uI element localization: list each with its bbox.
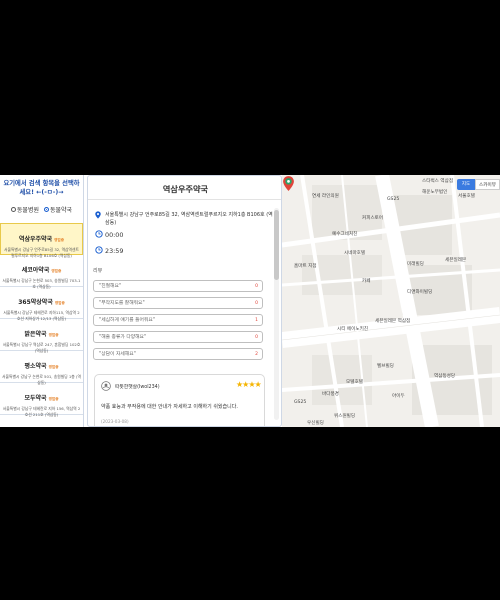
- map-label: 스타벅스 역삼점: [422, 179, 454, 184]
- pharmacy-detail-panel: 역삼우주약국 서울특별시 강남구 언주로85길 32, 역삼역센트럴푸르지오 지…: [87, 175, 282, 427]
- detail-address: 서울특별시 강남구 언주로85길 32, 역삼역센트럴푸르지오 지하1층 B10…: [105, 212, 273, 226]
- map-label: 세븐일레븐 역삼점: [375, 319, 411, 324]
- map-label: 홈마트 지점: [294, 264, 317, 269]
- pharmacy-name: 모두약국: [24, 395, 47, 402]
- map-label: 바다풍경: [322, 392, 339, 397]
- open-status-badge: 영업중: [48, 397, 59, 401]
- skyview-toggle[interactable]: 스카이뷰: [475, 179, 500, 190]
- open-status-badge: 영업중: [51, 269, 62, 273]
- rating-stars: ★★★★: [236, 380, 262, 389]
- map-label: 세븐일레븐: [445, 258, 467, 263]
- selected-location-marker[interactable]: [282, 175, 295, 192]
- map-label: 서울호텔: [458, 194, 475, 199]
- radio-off-icon: [10, 207, 16, 212]
- close-clock-icon: [95, 246, 103, 254]
- review-date: (2023-03-08): [101, 419, 129, 424]
- review-tag-button[interactable]: "친절해요" 0: [93, 280, 263, 292]
- map-label: 디앤와이빌딩: [407, 290, 433, 295]
- map-label: 해운노무법인: [422, 190, 448, 195]
- review-tag-count: 1: [255, 318, 258, 323]
- pharmacy-list-panel: 요기에서 검색 항목을 선택하세요! ←(-ㅁ-)→ 동물병원 동물약국 역삼우…: [0, 175, 84, 427]
- map-label: 시티 에이노키친: [337, 327, 369, 332]
- map-label: 우신빌딩: [307, 421, 324, 426]
- review-tag-count: 0: [255, 335, 258, 340]
- map-label: 아이두: [392, 394, 405, 399]
- map-label: GS25: [387, 197, 400, 202]
- map-label: 위스원빌딩: [334, 414, 356, 419]
- pharmacy-name: 세코아약국: [21, 267, 50, 274]
- pharmacy-name: 평소약국: [24, 363, 47, 370]
- pharmacy-list-item[interactable]: 역삼우주약국 영업중 서울특별시 강남구 언주로85길 32, 역삼역센트럴푸르지오…: [0, 223, 83, 258]
- search-prompt: 요기에서 검색 항목을 선택하세요! ←(-ㅁ-)→: [3, 180, 80, 196]
- reviewer-avatar-icon: [101, 381, 111, 391]
- map-label: 미래빌딩: [407, 262, 424, 267]
- location-pin-icon: [95, 211, 101, 219]
- review-tag-button[interactable]: "상담이 자세해요" 2: [93, 348, 263, 360]
- map-streets: [282, 175, 500, 427]
- map-view-toggle[interactable]: 지도: [457, 179, 475, 190]
- category-radio-group: 동물병원 동물약국: [0, 205, 83, 214]
- review-tag-count: 0: [255, 284, 258, 289]
- open-time: 00:00: [105, 231, 124, 239]
- close-time: 23:59: [105, 247, 124, 255]
- map-label: 예수그네처친: [332, 232, 358, 237]
- detail-title: 역삼우주약국: [88, 176, 281, 200]
- review-text: 약품 효능과 부작용에 대한 안내가 자세하고 이해하기 쉬웠습니다.: [101, 404, 238, 410]
- pharmacy-list: 역삼우주약국 영업중 서울특별시 강남구 언주로85길 32, 역삼역센트럴푸르지오…: [0, 223, 83, 417]
- pharmacy-list-item[interactable]: 모두약국 영업중서울특별시 강남구 테헤란로 지하 156, 역삼역 2호선 21…: [0, 383, 83, 417]
- review-tag-button[interactable]: "부작지도를 잘해줘요" 0: [93, 297, 263, 309]
- map-label: 카페: [362, 279, 371, 284]
- review-tag-count: 0: [255, 301, 258, 306]
- map-label: GS25: [294, 400, 307, 405]
- pharmacy-list-item[interactable]: 세코아약국 영업중 서울특별시 강남구 논현로 503, 송원빌딩 703-1호 (…: [0, 255, 83, 289]
- pharmacy-list-item[interactable]: 밝은약국 영업중 서울특별시 강남구 역삼로 247, 혼합빌딩 102호 (역삼동…: [0, 319, 83, 353]
- reviews-label: 리뷰: [93, 268, 103, 274]
- detail-scrollbar-thumb[interactable]: [274, 210, 279, 280]
- map-label: 역삼동성당: [434, 374, 456, 379]
- open-clock-icon: [95, 230, 103, 238]
- review-tag-count: 2: [255, 352, 258, 357]
- map-view[interactable]: 지도 스카이뷰 스타벅스 역삼점 해운노무법인 서울호텔 연세 라인의원 커피스…: [282, 175, 500, 427]
- radio-on-icon: [44, 207, 49, 212]
- app-viewport: 요기에서 검색 항목을 선택하세요! ←(-ㅁ-)→ 동물병원 동물약국 역삼우…: [0, 175, 500, 427]
- map-label: 커피스토어: [362, 216, 384, 221]
- pharmacy-name: 역삼우주약국: [18, 236, 53, 243]
- open-status-badge: 영업중: [48, 333, 59, 337]
- review-tag-button[interactable]: "세심하게 얘기를 들어줘요" 1: [93, 314, 263, 326]
- open-status-badge: 영업중: [48, 365, 59, 369]
- pharmacy-name: 365약상약국: [18, 299, 53, 306]
- pharmacy-list-item[interactable]: 365약상약국 영업중 서울특별시 강남구 테헤란로 지하115, 역삼역 2호선 …: [0, 287, 83, 321]
- map-label: 벨브빌딩: [377, 364, 394, 369]
- pharmacy-address: 서울특별시 강남구 테헤란로 지하 156, 역삼역 2호선 211호 (역삼동…: [2, 406, 81, 417]
- pharmacy-list-item[interactable]: 평소약국 영업중 서울특별시 강남구 논현로 501, 송원빌딩 1층 (역삼동): [0, 351, 83, 385]
- open-status-badge: 영업중: [54, 238, 65, 242]
- radio-animal-pharmacy[interactable]: 동물약국: [44, 205, 72, 214]
- map-label: 시네마호텔: [344, 251, 366, 256]
- open-status-badge: 영업중: [54, 301, 65, 305]
- radio-animal-hospital[interactable]: 동물병원: [10, 205, 39, 214]
- pharmacy-name: 밝은약국: [24, 331, 47, 338]
- review-tag-button[interactable]: "해줄 종류가 다양해요" 0: [93, 331, 263, 343]
- map-label: 모텔호텔: [346, 380, 363, 385]
- map-label: 연세 라인의원: [312, 194, 339, 199]
- review-card: 따뜻한햇살(Iwol234) ★★★★ 약품 효능과 부작용에 대한 안내가 자…: [94, 374, 265, 426]
- reviewer-name: 따뜻한햇살(Iwol234): [115, 385, 160, 390]
